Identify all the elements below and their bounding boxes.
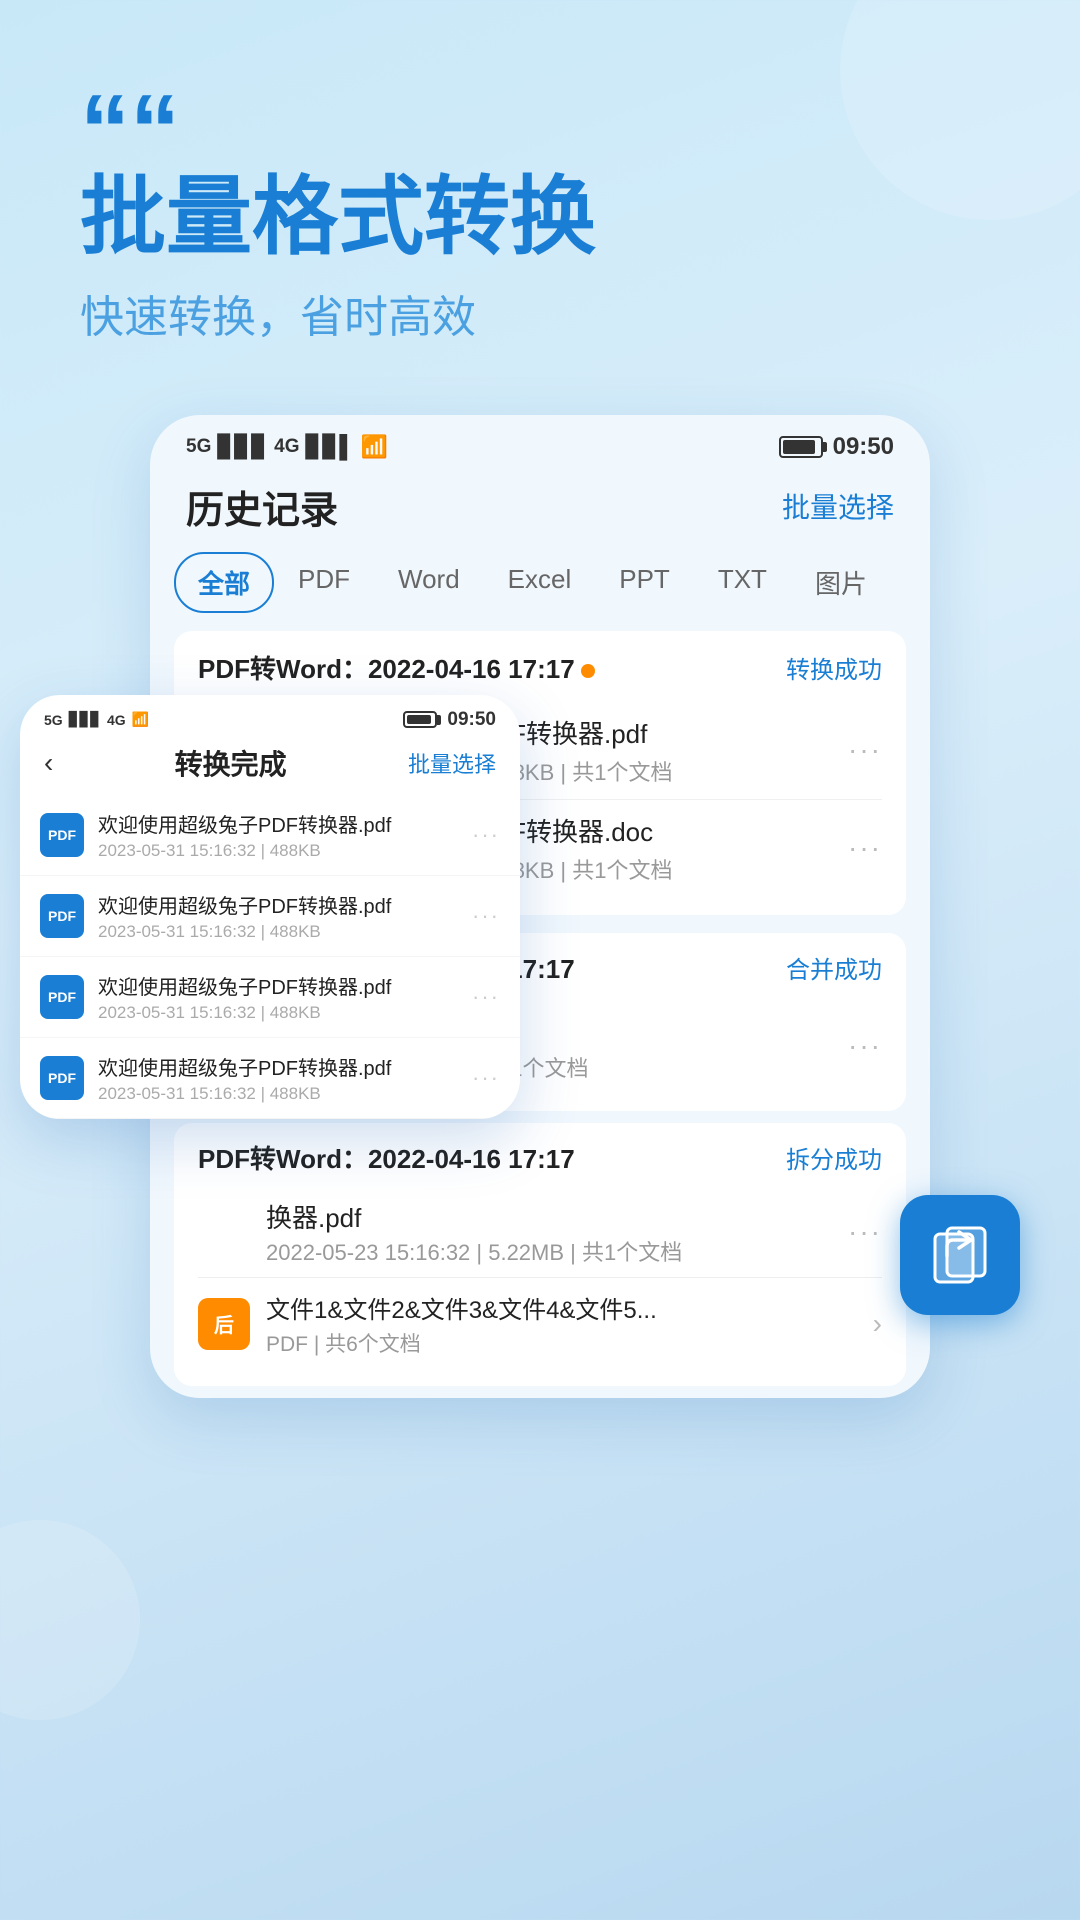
tab-pdf[interactable]: PDF bbox=[274, 552, 374, 613]
sec-file-name-3: 欢迎使用超级兔子PDF转换器.pdf bbox=[98, 971, 458, 1000]
sec-battery-icon bbox=[403, 711, 437, 728]
sec-file-info-4: 欢迎使用超级兔子PDF转换器.pdf 2023-05-31 15:16:32 |… bbox=[98, 1052, 458, 1104]
signal-4g: 4G bbox=[274, 436, 299, 458]
quote-mark: ““ bbox=[80, 80, 1020, 180]
sec-pdf-icon-1: PDF bbox=[40, 813, 84, 857]
combined-after-badge: 后 bbox=[198, 1298, 250, 1350]
batch-select-button[interactable]: 批量选择 bbox=[782, 486, 894, 526]
sec-file-name-4: 欢迎使用超级兔子PDF转换器.pdf bbox=[98, 1052, 458, 1081]
hero-section: ““ 批量格式转换 快速转换，省时高效 bbox=[0, 0, 1080, 385]
secondary-phone: 5G ▊▊▊ 4G 📶 09:50 ‹ 转换完成 批量选择 PDF bbox=[20, 695, 520, 1119]
merge-file-more[interactable]: ··· bbox=[848, 1030, 882, 1062]
secondary-file-list: PDF 欢迎使用超级兔子PDF转换器.pdf 2023-05-31 15:16:… bbox=[20, 795, 520, 1119]
sec-time: 09:50 bbox=[447, 709, 496, 731]
sec-file-meta-1: 2023-05-31 15:16:32 | 488KB bbox=[98, 841, 458, 861]
sec-file-more-3[interactable]: ··· bbox=[472, 984, 500, 1010]
back-button[interactable]: ‹ bbox=[44, 747, 53, 779]
sec-file-more-4[interactable]: ··· bbox=[472, 1065, 500, 1091]
file-more-before[interactable]: ··· bbox=[848, 734, 882, 766]
secondary-title: 转换完成 bbox=[175, 743, 287, 783]
sec-file-name-2: 欢迎使用超级兔子PDF转换器.pdf bbox=[98, 890, 458, 919]
split-file-name: 换器.pdf bbox=[198, 1198, 848, 1235]
split-file-meta: 2022-05-23 15:16:32 | 5.22MB | 共1个文档 bbox=[198, 1235, 848, 1267]
screen-title: 历史记录 bbox=[186, 479, 338, 534]
sec-file-item-3[interactable]: PDF 欢迎使用超级兔子PDF转换器.pdf 2023-05-31 15:16:… bbox=[20, 957, 520, 1038]
sec-file-more-2[interactable]: ··· bbox=[472, 903, 500, 929]
battery-icon bbox=[779, 436, 823, 458]
action-icon-button[interactable] bbox=[900, 1195, 1020, 1315]
sec-pdf-icon-4: PDF bbox=[40, 1056, 84, 1100]
tab-ppt[interactable]: PPT bbox=[595, 552, 694, 613]
tab-excel[interactable]: Excel bbox=[484, 552, 596, 613]
sec-file-item-4[interactable]: PDF 欢迎使用超级兔子PDF转换器.pdf 2023-05-31 15:16:… bbox=[20, 1038, 520, 1119]
sec-signal-4g: 4G bbox=[107, 712, 126, 728]
tab-txt[interactable]: TXT bbox=[694, 552, 791, 613]
combined-file-name: 文件1&文件2&文件3&文件4&文件5... bbox=[266, 1290, 873, 1325]
secondary-app-header: ‹ 转换完成 批量选择 bbox=[20, 737, 520, 795]
time-display: 09:50 bbox=[833, 433, 894, 461]
combined-file-row[interactable]: 后 文件1&文件2&文件3&文件4&文件5... PDF | 共6个文档 › bbox=[198, 1278, 882, 1370]
signal-5g: 5G bbox=[186, 436, 211, 458]
sec-signal-bars: ▊▊▊ bbox=[69, 711, 101, 728]
sec-signal-area: 5G ▊▊▊ 4G 📶 bbox=[44, 711, 149, 728]
sec-pdf-icon-3: PDF bbox=[40, 975, 84, 1019]
sec-file-info-3: 欢迎使用超级兔子PDF转换器.pdf 2023-05-31 15:16:32 |… bbox=[98, 971, 458, 1023]
sec-file-meta-4: 2023-05-31 15:16:32 | 488KB bbox=[98, 1084, 458, 1104]
tab-word[interactable]: Word bbox=[374, 552, 484, 613]
combined-chevron: › bbox=[873, 1308, 882, 1340]
merge-status: 合并成功 bbox=[786, 950, 882, 985]
split-title: PDF转Word：2022-04-16 17:17 bbox=[198, 1139, 575, 1176]
hero-title: 批量格式转换 bbox=[80, 170, 1020, 265]
sec-file-meta-3: 2023-05-31 15:16:32 | 488KB bbox=[98, 1003, 458, 1023]
split-status: 拆分成功 bbox=[786, 1140, 882, 1175]
tab-image[interactable]: 图片 bbox=[791, 552, 891, 613]
phones-container: 5G ▊▊▊ 4G ▊▊▌ 📶 09:50 历史记录 批量选择 全部 PDF W… bbox=[0, 415, 1080, 1615]
sec-pdf-icon-2: PDF bbox=[40, 894, 84, 938]
split-pdf-file[interactable]: 换器.pdf 2022-05-23 15:16:32 | 5.22MB | 共1… bbox=[198, 1188, 882, 1278]
sec-file-info-1: 欢迎使用超级兔子PDF转换器.pdf 2023-05-31 15:16:32 |… bbox=[98, 809, 458, 861]
share-merge-icon bbox=[925, 1220, 995, 1290]
combined-info: 文件1&文件2&文件3&文件4&文件5... PDF | 共6个文档 bbox=[266, 1290, 873, 1358]
wifi-icon: 📶 bbox=[361, 434, 388, 460]
tab-all[interactable]: 全部 bbox=[174, 552, 274, 613]
status-bar: 5G ▊▊▊ 4G ▊▊▌ 📶 09:50 bbox=[150, 415, 930, 469]
status-right: 09:50 bbox=[779, 433, 894, 461]
signal-area: 5G ▊▊▊ 4G ▊▊▌ 📶 bbox=[186, 434, 388, 460]
success-status: 转换成功 bbox=[786, 650, 882, 685]
hero-subtitle: 快速转换，省时高效 bbox=[80, 281, 1020, 345]
split-file-more[interactable]: ··· bbox=[848, 1216, 882, 1248]
sec-file-more-1[interactable]: ··· bbox=[472, 822, 500, 848]
secondary-status-bar: 5G ▊▊▊ 4G 📶 09:50 bbox=[20, 695, 520, 737]
sec-file-name-1: 欢迎使用超级兔子PDF转换器.pdf bbox=[98, 809, 458, 838]
sec-file-meta-2: 2023-05-31 15:16:32 | 488KB bbox=[98, 922, 458, 942]
sec-batch-select[interactable]: 批量选择 bbox=[408, 747, 496, 779]
unread-dot bbox=[581, 664, 595, 678]
split-section: PDF转Word：2022-04-16 17:17 拆分成功 换器.pdf 20… bbox=[174, 1123, 906, 1386]
signal-bars: ▊▊▊ bbox=[217, 434, 268, 460]
sec-file-info-2: 欢迎使用超级兔子PDF转换器.pdf 2023-05-31 15:16:32 |… bbox=[98, 890, 458, 942]
group-header: PDF转Word：2022-04-16 17:17 转换成功 bbox=[198, 649, 882, 686]
group-title: PDF转Word：2022-04-16 17:17 bbox=[198, 649, 595, 686]
signal-bars2: ▊▊▌ bbox=[305, 434, 354, 460]
sec-wifi-icon: 📶 bbox=[132, 711, 149, 728]
split-file-info: 换器.pdf 2022-05-23 15:16:32 | 5.22MB | 共1… bbox=[198, 1198, 848, 1267]
combined-file-meta: PDF | 共6个文档 bbox=[266, 1328, 873, 1358]
sec-status-right: 09:50 bbox=[403, 709, 496, 731]
sec-file-item-2[interactable]: PDF 欢迎使用超级兔子PDF转换器.pdf 2023-05-31 15:16:… bbox=[20, 876, 520, 957]
file-more-after[interactable]: ··· bbox=[848, 832, 882, 864]
app-header: 历史记录 批量选择 bbox=[150, 469, 930, 552]
sec-signal-5g: 5G bbox=[44, 712, 63, 728]
filter-tabs: 全部 PDF Word Excel PPT TXT 图片 bbox=[150, 552, 930, 631]
sec-file-item-1[interactable]: PDF 欢迎使用超级兔子PDF转换器.pdf 2023-05-31 15:16:… bbox=[20, 795, 520, 876]
